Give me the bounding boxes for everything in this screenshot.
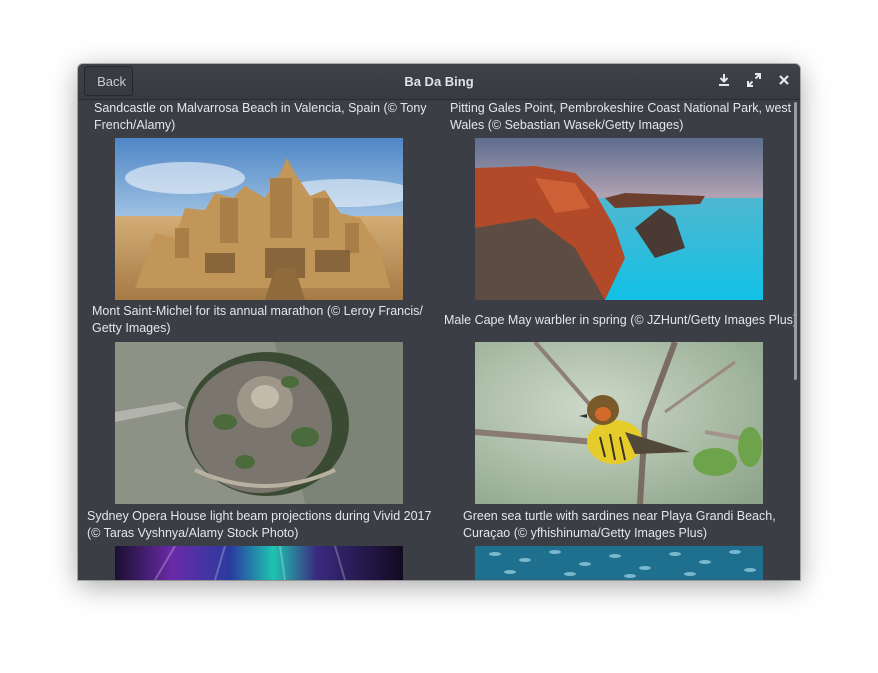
app-window: Back Ba Da Bing Sandcastle on Malvarrosa… [78,64,800,580]
image-caption: Sandcastle on Malvarrosa Beach in Valenc… [94,101,427,132]
gallery-item: Sydney Opera House light beam projection… [82,508,437,542]
scrollbar[interactable] [794,102,797,380]
sandcastle-photo[interactable] [115,138,403,300]
download-icon[interactable] [716,72,732,88]
gallery-item: Green sea turtle with sardines near Play… [438,508,793,542]
title-bar[interactable]: Back Ba Da Bing [78,64,800,100]
gallery-item: Mont Saint-Michel for its annual maratho… [82,303,437,337]
image-caption: Green sea turtle with sardines near Play… [463,509,776,540]
mont-saint-michel-photo[interactable] [115,342,403,504]
image-caption: Male Cape May warbler in spring (© JZHun… [444,313,798,327]
window-title: Ba Da Bing [404,74,474,89]
back-button-label: Back [97,73,126,89]
warbler-photo[interactable] [475,342,763,504]
image-caption: Pitting Gales Point, Pembrokeshire Coast… [450,101,792,132]
gallery-grid[interactable]: Sandcastle on Malvarrosa Beach in Valenc… [78,100,800,580]
image-caption: Sydney Opera House light beam projection… [87,509,432,540]
sea-turtle-photo[interactable] [475,546,763,580]
gallery-item: Sandcastle on Malvarrosa Beach in Valenc… [82,100,437,134]
opera-house-photo[interactable] [115,546,403,580]
close-icon[interactable] [776,72,792,88]
fullscreen-icon[interactable] [746,72,762,88]
coast-cliffs-photo[interactable] [475,138,763,300]
gallery-item: Pitting Gales Point, Pembrokeshire Coast… [438,100,793,134]
gallery-item: Male Cape May warbler in spring (© JZHun… [438,312,797,329]
image-caption: Mont Saint-Michel for its annual maratho… [92,304,423,335]
back-button[interactable]: Back [84,66,133,96]
